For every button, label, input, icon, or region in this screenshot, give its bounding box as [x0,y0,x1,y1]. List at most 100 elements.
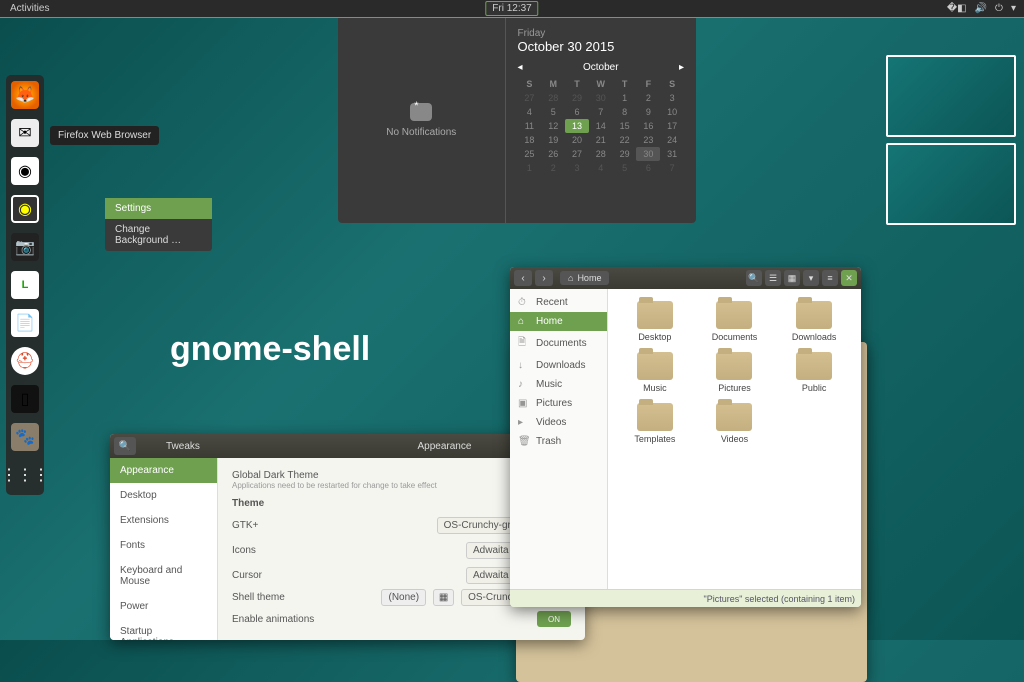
calendar-day[interactable]: 20 [565,133,589,147]
calendar-day[interactable]: 24 [660,133,684,147]
calendar-day[interactable]: 2 [541,161,565,175]
calendar-day[interactable]: 25 [518,147,542,161]
calendar-day[interactable]: 13 [565,119,589,133]
calendar-day[interactable]: 23 [636,133,660,147]
shell-none-button[interactable]: (None) [381,589,426,606]
calendar-day[interactable]: 6 [565,105,589,119]
volume-icon[interactable]: 🔊 [975,3,987,14]
calendar-day[interactable]: 14 [589,119,613,133]
nav-forward-icon[interactable]: › [535,270,553,286]
calendar-next-icon[interactable]: ▸ [679,62,684,73]
dock-gimp-icon[interactable]: 🐾 [11,423,39,451]
dock-camera-icon[interactable]: 📷 [11,233,39,261]
calendar-day[interactable]: 7 [589,105,613,119]
folder-item[interactable]: Public [779,352,849,393]
calendar-day[interactable]: 31 [660,147,684,161]
calendar-day[interactable]: 12 [541,119,565,133]
files-sidebar-item[interactable]: ♪Music [510,375,607,394]
calendar-prev-icon[interactable]: ◂ [518,62,523,73]
calendar-day[interactable]: 17 [660,119,684,133]
files-sidebar-item[interactable]: ⌂Home [510,312,607,331]
calendar-day[interactable]: 5 [613,161,637,175]
close-icon[interactable]: ✕ [841,270,857,286]
calendar-day[interactable]: 29 [613,147,637,161]
view-list-icon[interactable]: ☰ [765,270,781,286]
folder-item[interactable]: Pictures [700,352,770,393]
files-sidebar-item[interactable]: ▣Pictures [510,394,607,413]
files-sidebar-item[interactable]: 🗑Trash [510,432,607,451]
tweaks-sidebar-item[interactable]: Extensions [110,508,217,533]
calendar-day[interactable]: 29 [565,91,589,105]
calendar-day[interactable]: 28 [589,147,613,161]
calendar-day[interactable]: 3 [660,91,684,105]
dropdown-icon[interactable]: ▾ [1011,3,1016,14]
files-sidebar-item[interactable]: ▸Videos [510,413,607,432]
path-bar[interactable]: ⌂Home [560,271,609,285]
shell-browse-icon[interactable]: ▦ [433,589,454,606]
calendar-day[interactable]: 3 [565,161,589,175]
dock-media-icon[interactable]: ◉ [11,195,39,223]
calendar-day[interactable]: 4 [589,161,613,175]
folder-item[interactable]: Templates [620,403,690,444]
calendar-day[interactable]: 1 [613,91,637,105]
folder-item[interactable]: Desktop [620,301,690,342]
view-menu-icon[interactable]: ▾ [803,270,819,286]
folder-item[interactable]: Music [620,352,690,393]
folder-item[interactable]: Documents [700,301,770,342]
calendar-day[interactable]: 6 [636,161,660,175]
dock-notes-icon[interactable]: 📄 [11,309,39,337]
calendar-day[interactable]: 2 [636,91,660,105]
tweaks-sidebar-item[interactable]: Startup Applications [110,619,217,640]
animations-switch[interactable]: ON [537,611,571,627]
calendar-day[interactable]: 19 [541,133,565,147]
hamburger-icon[interactable]: ≡ [822,270,838,286]
calendar-day[interactable]: 18 [518,133,542,147]
network-icon[interactable]: �⁠◧ [947,3,967,14]
dock-mail-icon[interactable]: ✉ [11,119,39,147]
dock-office-icon[interactable]: L [11,271,39,299]
folder-item[interactable]: Videos [700,403,770,444]
calendar-day[interactable]: 11 [518,119,542,133]
calendar-day[interactable]: 7 [660,161,684,175]
calendar-day[interactable]: 28 [541,91,565,105]
dock-help-icon[interactable]: ⛑ [11,347,39,375]
calendar-day[interactable]: 21 [589,133,613,147]
view-grid-icon[interactable]: ▦ [784,270,800,286]
nav-back-icon[interactable]: ‹ [514,270,532,286]
calendar-day[interactable]: 27 [518,91,542,105]
context-settings[interactable]: Settings [105,198,212,219]
clock-button[interactable]: Fri 12:37 [485,1,538,16]
tweaks-sidebar-item[interactable]: Power [110,594,217,619]
power-icon[interactable]: ⏻ [995,3,1003,14]
calendar-day[interactable]: 9 [636,105,660,119]
files-sidebar-item[interactable]: ⏱Recent [510,293,607,312]
files-titlebar[interactable]: ‹ › ⌂Home 🔍 ☰ ▦ ▾ ≡ ✕ [510,267,861,289]
tweaks-sidebar-item[interactable]: Keyboard and Mouse [110,558,217,594]
search-icon[interactable]: 🔍 [114,437,136,455]
files-sidebar-item[interactable]: 🗎Documents [510,331,607,356]
dock-terminal-icon[interactable]: ▯ [11,385,39,413]
calendar-day[interactable]: 27 [565,147,589,161]
workspace-2[interactable] [886,143,1016,225]
calendar-day[interactable]: 16 [636,119,660,133]
calendar-day[interactable]: 30 [589,91,613,105]
folder-item[interactable]: Downloads [779,301,849,342]
workspace-1[interactable] [886,55,1016,137]
activities-button[interactable]: Activities [0,3,59,14]
calendar-day[interactable]: 4 [518,105,542,119]
calendar-day[interactable]: 8 [613,105,637,119]
context-change-background[interactable]: Change Background … [105,219,212,251]
calendar-day[interactable]: 10 [660,105,684,119]
tweaks-sidebar-item[interactable]: Appearance [110,458,217,483]
tweaks-sidebar-item[interactable]: Fonts [110,533,217,558]
calendar-day[interactable]: 1 [518,161,542,175]
dock-apps-icon[interactable]: ⋮⋮⋮ [11,461,39,489]
calendar-day[interactable]: 30 [636,147,660,161]
calendar-day[interactable]: 26 [541,147,565,161]
dock-firefox-icon[interactable]: 🦊 [11,81,39,109]
tweaks-sidebar-item[interactable]: Desktop [110,483,217,508]
calendar-day[interactable]: 22 [613,133,637,147]
calendar-day[interactable]: 5 [541,105,565,119]
files-sidebar-item[interactable]: ↓Downloads [510,356,607,375]
calendar-day[interactable]: 15 [613,119,637,133]
